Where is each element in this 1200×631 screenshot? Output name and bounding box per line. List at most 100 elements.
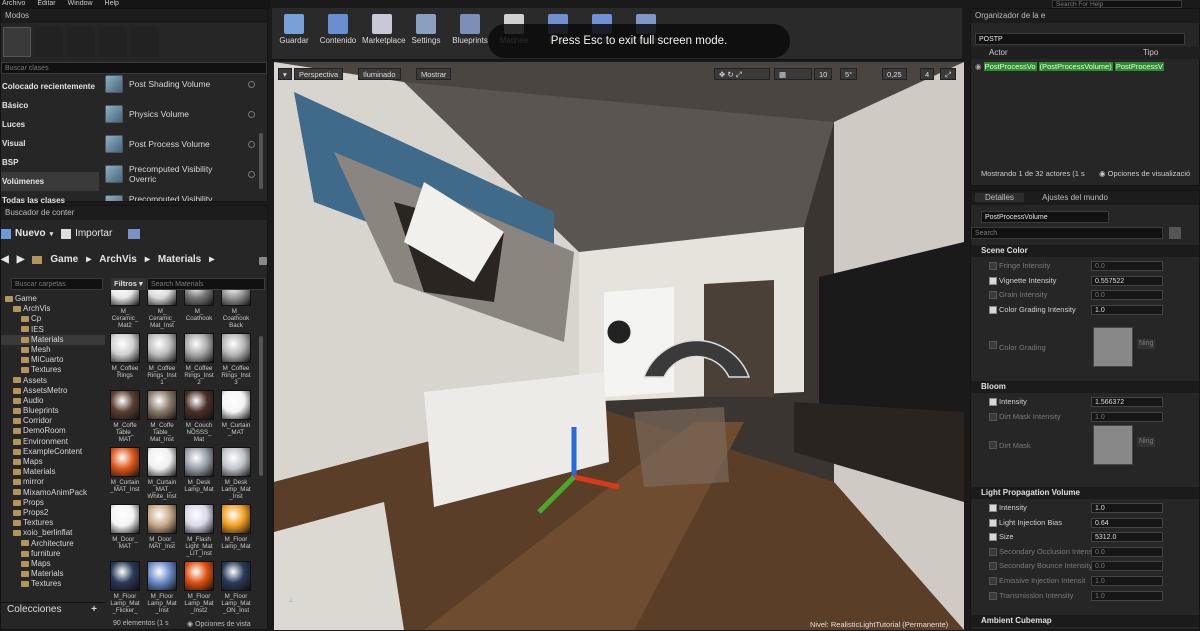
- perspective-button[interactable]: Perspectiva: [294, 68, 344, 80]
- outliner-row[interactable]: ◉ PostProcessVo (PostProcessVolume) Post…: [975, 61, 1197, 73]
- override-checkbox[interactable]: [989, 518, 997, 527]
- folder-tree-item[interactable]: xoio_berlinflat: [1, 528, 105, 538]
- asset-tile[interactable]: M_Couch NOSSS_ Mat: [183, 390, 215, 443]
- import-button[interactable]: Importar: [75, 228, 112, 239]
- surface-snap-button[interactable]: ▦: [774, 68, 812, 80]
- category-item[interactable]: Visual: [1, 134, 99, 153]
- property-value-input[interactable]: 0.0: [1091, 290, 1163, 301]
- folder-tree-item[interactable]: Maps: [1, 457, 105, 467]
- color-grading-thumbnail[interactable]: [1093, 327, 1133, 367]
- scale-snap-value[interactable]: 0,25: [882, 68, 907, 80]
- property-value-input[interactable]: 0.0: [1091, 261, 1163, 271]
- folder-tree-item[interactable]: Materials: [1, 569, 105, 579]
- folder-tree-item[interactable]: furniture: [1, 549, 105, 559]
- content-browser-tab[interactable]: Buscador de conter: [1, 206, 267, 220]
- override-checkbox[interactable]: [989, 305, 997, 314]
- help-icon[interactable]: [248, 110, 255, 118]
- override-checkbox[interactable]: [989, 398, 997, 406]
- folder-tree-item[interactable]: Textures: [1, 518, 105, 528]
- folder-tree-item[interactable]: Assets: [1, 376, 105, 386]
- property-value-input[interactable]: 1.0: [1091, 590, 1163, 601]
- asset-tile[interactable]: M_Floor Lamp_Mat _Flicker_: [109, 561, 141, 614]
- volume-list-item[interactable]: Post Shading Volume: [101, 69, 261, 99]
- breadcrumb-archvis[interactable]: ArchVis: [99, 254, 137, 265]
- rotation-snap-value[interactable]: 5°: [840, 68, 858, 80]
- volume-list-item[interactable]: Precomputed Visibility Volume: [101, 189, 261, 201]
- viewport-menu-button[interactable]: ▾: [278, 68, 292, 80]
- volume-list-item[interactable]: Post Process Volume: [101, 129, 261, 159]
- property-value-input[interactable]: 1.566372: [1091, 397, 1163, 407]
- property-matrix-icon[interactable]: [1169, 227, 1181, 239]
- asset-tile[interactable]: M_Coffe Table_ MAT: [109, 390, 141, 443]
- property-value-input[interactable]: 1.0: [1091, 503, 1163, 513]
- section-bloom[interactable]: Bloom: [971, 381, 1199, 393]
- override-checkbox[interactable]: [989, 262, 997, 270]
- asset-tile[interactable]: M_Coffee Rings_Inst 3: [220, 333, 252, 386]
- paint-mode-icon[interactable]: [35, 27, 63, 57]
- category-item[interactable]: Básico: [1, 96, 99, 115]
- property-value-input[interactable]: 0.557522: [1091, 275, 1163, 286]
- asset-tile[interactable]: M_Coffee Rings_Inst 1: [146, 333, 178, 386]
- menu-editar[interactable]: Editar: [37, 0, 55, 8]
- asset-tile[interactable]: M_Desk Lamp_Mat _Inst: [220, 447, 252, 500]
- place-mode-icon[interactable]: [3, 27, 31, 57]
- override-checkbox[interactable]: [989, 577, 997, 585]
- volume-list-item[interactable]: Physics Volume: [101, 99, 261, 129]
- asset-tile[interactable]: M_ Coathook Back: [220, 290, 252, 329]
- foliage-mode-icon[interactable]: [99, 27, 127, 57]
- override-checkbox[interactable]: [989, 591, 997, 600]
- save-all-icon[interactable]: [128, 228, 141, 239]
- asset-grid-scrollbar[interactable]: [259, 336, 263, 476]
- asset-tile[interactable]: M_Floor Lamp_Mat _Inst: [146, 561, 178, 614]
- asset-tile[interactable]: M_ Ceramic_ Mat2: [109, 290, 141, 329]
- maximize-viewport-button[interactable]: ⤢: [940, 68, 956, 80]
- help-search-input[interactable]: Search For Help: [1052, 0, 1182, 8]
- grid-snap-value[interactable]: 10: [814, 68, 833, 80]
- section-scene-color[interactable]: Scene Color: [971, 245, 1199, 257]
- asset-tile[interactable]: M_Desk Lamp_Mat: [183, 447, 215, 493]
- asset-tile[interactable]: M_Floor Lamp_Mat: [220, 504, 252, 550]
- visibility-eye-icon[interactable]: ◉: [975, 62, 982, 71]
- folder-tree-item[interactable]: Textures: [1, 365, 105, 375]
- override-checkbox[interactable]: [989, 291, 997, 300]
- menu-archivo[interactable]: Archivo: [2, 0, 25, 8]
- folder-tree-item[interactable]: Audio: [1, 396, 105, 406]
- marketplace-button[interactable]: Marketplace: [362, 14, 406, 45]
- folder-tree-item[interactable]: Maps: [1, 559, 105, 569]
- override-checkbox[interactable]: [989, 533, 997, 542]
- menu-window[interactable]: Window: [68, 0, 93, 8]
- folder-tree-item[interactable]: Materials: [1, 467, 105, 477]
- section-light-propagation[interactable]: Light Propagation Volume: [971, 487, 1199, 499]
- category-item[interactable]: Luces: [1, 115, 99, 134]
- asset-tile[interactable]: M_Curtain _MAT: [220, 390, 252, 436]
- section-ambient-cubemap[interactable]: Ambient Cubemap: [971, 615, 1199, 627]
- folder-tree-item[interactable]: Corridor: [1, 416, 105, 426]
- details-search-input[interactable]: Search: [971, 227, 1163, 239]
- add-collection-icon[interactable]: +: [91, 603, 97, 617]
- guardar-button[interactable]: Guardar: [274, 14, 314, 45]
- property-value-input[interactable]: 0.64: [1091, 517, 1163, 528]
- folder-tree-item[interactable]: Props2: [1, 508, 105, 518]
- folder-tree-item[interactable]: IES: [1, 325, 105, 335]
- help-icon[interactable]: [248, 80, 255, 88]
- folder-tree-item[interactable]: Environment: [1, 437, 105, 447]
- folder-tree-item[interactable]: ExampleContent: [1, 447, 105, 457]
- property-value-input[interactable]: 1.0: [1091, 411, 1163, 422]
- texture-none-dropdown[interactable]: Ning: [1137, 437, 1156, 447]
- override-checkbox[interactable]: [989, 412, 997, 421]
- folder-tree-item[interactable]: Game: [1, 294, 105, 304]
- outliner-tab[interactable]: Organizador de la e: [971, 9, 1199, 23]
- folder-tree-item[interactable]: DemoRoom: [1, 426, 105, 436]
- outliner-search-input[interactable]: POSTP: [975, 33, 1185, 45]
- help-icon[interactable]: [248, 170, 255, 178]
- folder-search-input[interactable]: Buscar carpetas: [11, 278, 103, 290]
- asset-tile[interactable]: M_Coffe Table_ Mat_Inst: [146, 390, 178, 443]
- volume-list-item[interactable]: Precomputed Visibility Overric: [101, 159, 261, 189]
- lit-button[interactable]: Iluminado: [358, 68, 401, 80]
- show-button[interactable]: Mostrar: [416, 68, 452, 80]
- asset-tile[interactable]: M_Coffee Rings_Inst 2: [183, 333, 215, 386]
- breadcrumb-game[interactable]: Game: [50, 254, 78, 265]
- property-value-input[interactable]: 1.0: [1091, 304, 1163, 315]
- folder-tree-item[interactable]: Architecture: [1, 539, 105, 549]
- geometry-mode-icon[interactable]: [131, 27, 159, 57]
